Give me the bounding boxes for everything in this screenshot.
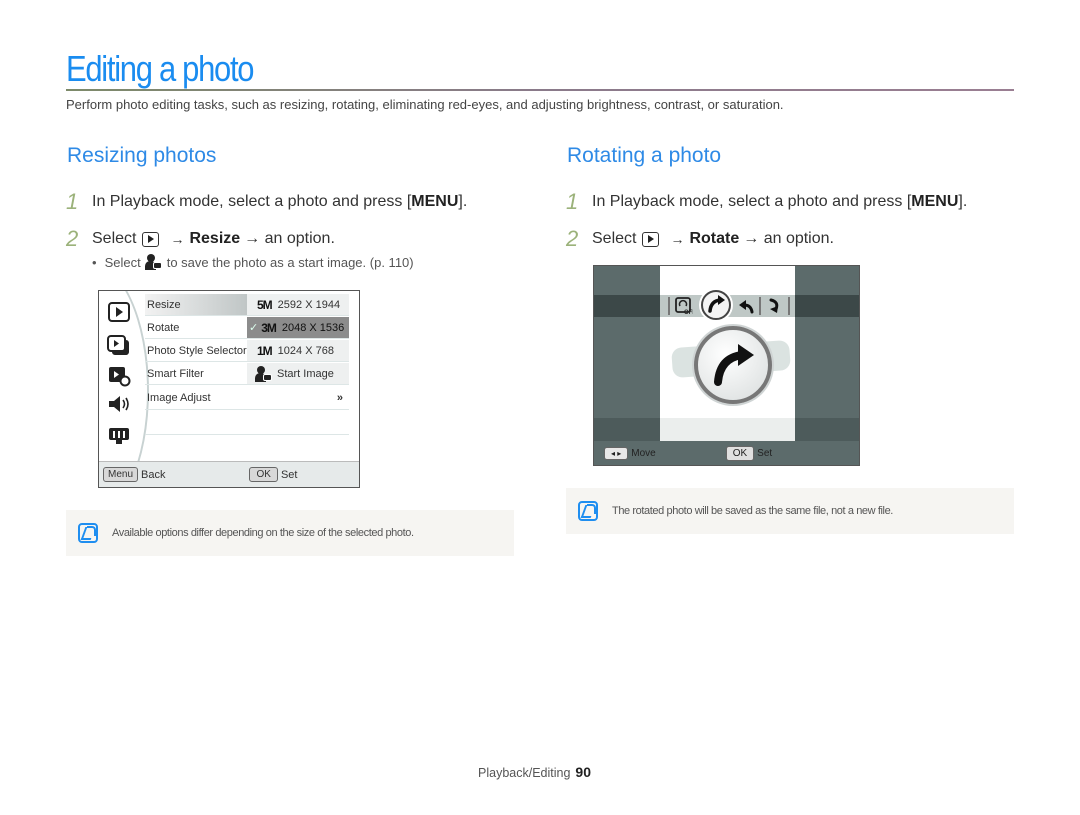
sound-icon[interactable] <box>105 393 133 415</box>
bullet-text: Select <box>104 254 141 270</box>
playback-icon[interactable] <box>105 301 133 323</box>
page-number: 90 <box>575 764 591 780</box>
camera-menu-bottom-bar: Menu Back OK Set <box>99 461 359 487</box>
page-footer: Playback/Editing 90 <box>478 764 591 780</box>
size-3m-icon: 3M <box>261 320 277 335</box>
menu-label: Image Adjust <box>147 391 211 404</box>
move-key-button[interactable]: ◂ ▸ <box>604 446 629 460</box>
arrow-icon: → <box>670 231 685 247</box>
rotate-step-1: 1 In Playback mode, select a photo and p… <box>566 189 967 215</box>
menu-label: Photo Style Selector <box>147 344 247 357</box>
start-image-bullet: • Select to save the photo as a start im… <box>92 254 414 270</box>
move-label: Move <box>631 447 656 459</box>
playback-icon <box>642 231 660 247</box>
step-text: In Playback mode, select a photo and pre… <box>592 193 912 210</box>
step-text-end: ]. <box>958 193 968 210</box>
rotate-option: Rotate <box>689 230 740 247</box>
arrow-icon: → <box>170 231 185 247</box>
rotate-camera-screen: OFF ◂ ▸ Move OK Set <box>593 265 860 466</box>
bullet-dot: • <box>92 254 97 270</box>
separator <box>788 297 790 315</box>
option-value: 2048 X 1536 <box>281 321 345 334</box>
menu-label: Smart Filter <box>147 367 204 380</box>
option-start-image[interactable]: Start Image <box>247 363 349 384</box>
menu-row-resize[interactable]: Resize 5M 2592 X 1944 <box>145 294 349 316</box>
set-label: Set <box>757 447 773 459</box>
rotate-left-icon[interactable] <box>736 297 756 315</box>
menu-row-empty <box>145 411 349 435</box>
menu-label: Rotate <box>147 321 180 334</box>
check-icon: ✓ <box>249 322 259 334</box>
menu-row-rotate[interactable]: Rotate ✓ 3M 2048 X 1536 <box>145 317 349 339</box>
slideshow-icon[interactable] <box>105 335 133 357</box>
step-number: 2 <box>566 226 579 251</box>
resize-step-2: 2 Select → Resize → an option. <box>66 226 335 252</box>
start-image-icon <box>144 254 163 270</box>
menu-row-image-adjust[interactable]: Image Adjust » <box>145 386 349 410</box>
rotate-preview-icon <box>694 326 772 404</box>
option-value: Start Image <box>277 367 334 380</box>
size-option-3m[interactable]: ✓ 3M 2048 X 1536 <box>247 317 349 338</box>
separator <box>759 297 761 315</box>
step-number: 1 <box>66 189 79 214</box>
resize-option: Resize <box>189 230 241 247</box>
resizing-heading: Resizing photos <box>67 144 217 167</box>
option-value: 2592 X 1944 <box>277 298 341 311</box>
note-icon <box>78 523 98 543</box>
submenu-chevron-icon: » <box>336 391 343 404</box>
step-text-end: → an option. <box>244 230 335 247</box>
ok-key-button[interactable]: OK <box>725 445 755 461</box>
step-text: Select <box>92 230 137 247</box>
rotate-bottom-bar: ◂ ▸ Move OK Set <box>594 441 859 465</box>
bullet-text-end: to save the photo as a start image. (p. … <box>166 254 414 270</box>
menu-key: MENU <box>911 193 959 210</box>
menu-row-photo-style[interactable]: Photo Style Selector 1M 1024 X 768 <box>145 340 349 362</box>
size-1m-icon: 1M <box>257 343 273 358</box>
step-text: Select <box>592 230 637 247</box>
start-image-icon <box>255 365 273 382</box>
option-value: 1024 X 768 <box>277 344 334 357</box>
size-option-1m[interactable]: 1M 1024 X 768 <box>247 340 349 361</box>
step-text-end: ]. <box>458 193 468 210</box>
rotate-180-icon[interactable] <box>764 297 784 315</box>
size-option-5m[interactable]: 5M 2592 X 1944 <box>247 294 349 315</box>
note-text: The rotated photo will be saved as the s… <box>612 505 893 517</box>
resize-note: Available options differ depending on th… <box>66 510 514 556</box>
back-label: Back <box>141 468 166 481</box>
note-icon <box>578 501 598 521</box>
rotating-heading: Rotating a photo <box>567 144 722 167</box>
separator <box>668 297 670 315</box>
step-text-end: → an option. <box>743 230 834 247</box>
rotate-step-2: 2 Select → Rotate → an option. <box>566 226 834 252</box>
ok-key-button[interactable]: OK <box>249 467 278 482</box>
rotate-note: The rotated photo will be saved as the s… <box>566 488 1014 534</box>
step-number: 1 <box>566 189 579 214</box>
svg-text:OFF: OFF <box>684 310 693 315</box>
rotate-right-selected-icon[interactable] <box>701 290 731 320</box>
title-divider <box>66 89 1014 91</box>
menu-key-button[interactable]: Menu <box>103 467 139 482</box>
rotate-off-icon[interactable]: OFF <box>674 297 694 315</box>
step-text: In Playback mode, select a photo and pre… <box>92 193 412 210</box>
step-number: 2 <box>66 226 79 251</box>
size-5m-icon: 5M <box>257 297 273 312</box>
menu-row-smart-filter[interactable]: Smart Filter Start Image <box>145 363 349 385</box>
edit-effect-icon[interactable] <box>105 365 133 387</box>
footer-section: Playback/Editing <box>478 766 571 780</box>
playback-icon <box>142 231 160 247</box>
menu-key: MENU <box>411 193 459 210</box>
resize-step-1: 1 In Playback mode, select a photo and p… <box>66 189 467 215</box>
note-text: Available options differ depending on th… <box>112 527 414 539</box>
camera-menu-screen: Resize 5M 2592 X 1944 Rotate ✓ 3M 2048 X 15… <box>98 290 360 488</box>
menu-label: Resize <box>145 294 247 315</box>
display-icon[interactable] <box>105 425 133 447</box>
intro-text: Perform photo editing tasks, such as res… <box>66 97 784 112</box>
set-label: Set <box>280 468 298 481</box>
lower-band-center <box>660 418 795 442</box>
page-title: Editing a photo <box>66 48 254 89</box>
